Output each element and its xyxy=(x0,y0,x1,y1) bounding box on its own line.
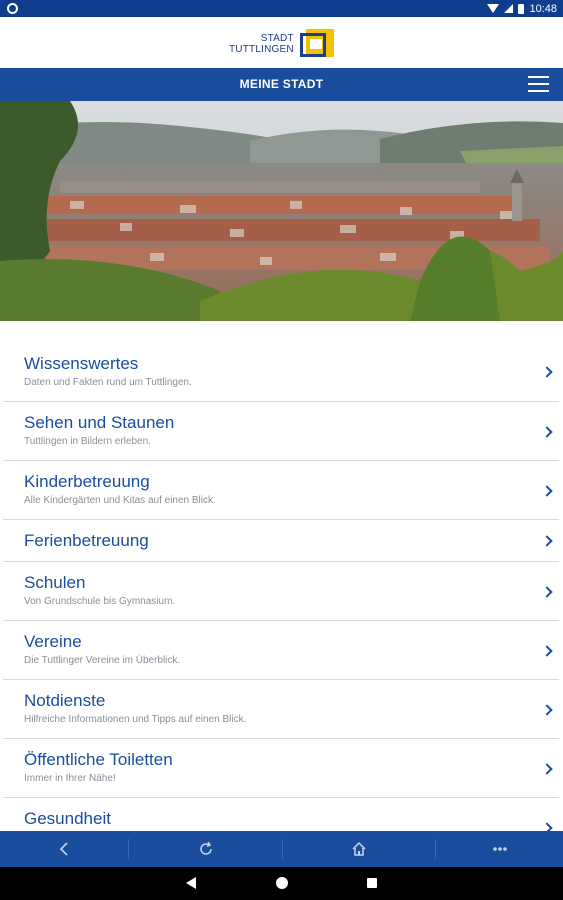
menu-item-subtitle: Tuttlingen in Bildern erleben. xyxy=(24,436,151,447)
status-bar: 10:48 xyxy=(0,0,563,17)
brand-bar: STADT TUTTLINGEN xyxy=(0,17,563,68)
hamburger-icon[interactable] xyxy=(528,76,549,92)
menu-item-vereine[interactable]: Vereine Die Tuttlinger Vereine im Überbl… xyxy=(3,621,559,680)
city-logo[interactable]: STADT TUTTLINGEN xyxy=(229,29,334,59)
menu-item-title: Kinderbetreuung xyxy=(24,472,150,491)
logo-text: STADT TUTTLINGEN xyxy=(229,33,294,55)
signal-icon xyxy=(504,4,514,13)
chevron-right-icon xyxy=(541,822,553,831)
menu-item-title: Schulen xyxy=(24,573,86,592)
menu-item-notdienste[interactable]: Notdienste Hilfreiche Informationen und … xyxy=(3,680,559,739)
system-nav-bar xyxy=(0,867,563,900)
back-button[interactable] xyxy=(0,831,128,867)
chevron-right-icon xyxy=(541,426,553,438)
menu-item-title: Notdienste xyxy=(24,691,106,710)
status-icons: 10:48 xyxy=(487,1,557,16)
system-recents-icon[interactable] xyxy=(367,878,377,888)
reload-icon xyxy=(199,841,212,855)
menu-item-subtitle: Daten und Fakten rund um Tuttlingen. xyxy=(24,377,192,388)
title-bar: MEINE STADT xyxy=(0,68,563,101)
menu-item-title: Wissenswertes xyxy=(24,354,139,373)
chevron-right-icon xyxy=(541,704,553,716)
menu-item-schulen[interactable]: Schulen Von Grundschule bis Gymnasium. xyxy=(3,562,559,621)
chevron-left-icon xyxy=(59,842,68,856)
logo-line-1: STADT xyxy=(260,33,294,44)
reload-button[interactable] xyxy=(129,831,282,867)
menu-item-subtitle: Von Grundschule bis Gymnasium. xyxy=(24,596,176,607)
menu-item-wissenswertes[interactable]: Wissenswertes Daten und Fakten rund um T… xyxy=(3,321,559,402)
chevron-right-icon xyxy=(541,645,553,657)
logo-line-2: TUTTLINGEN xyxy=(229,44,294,55)
battery-icon xyxy=(518,3,525,14)
status-time: 10:48 xyxy=(529,2,557,15)
menu-item-title: Vereine xyxy=(24,632,82,651)
chevron-right-icon xyxy=(541,485,553,497)
menu-item-subtitle: Alle Kindergärten und Kitas auf einen Bl… xyxy=(24,495,216,506)
menu-item-gesundheit[interactable]: Gesundheit xyxy=(3,798,559,831)
chevron-right-icon xyxy=(541,535,553,547)
system-back-icon[interactable] xyxy=(186,877,196,889)
menu-item-subtitle: Hilfreiche Informationen und Tipps auf e… xyxy=(24,714,247,725)
menu-item-title: Öffentliche Toiletten xyxy=(24,750,173,769)
menu-item-ferienbetreuung[interactable]: Ferienbetreuung xyxy=(3,520,559,562)
system-home-icon[interactable] xyxy=(276,877,288,889)
menu-item-title: Sehen und Staunen xyxy=(24,413,175,432)
home-button[interactable] xyxy=(283,831,435,867)
menu-item-title: Gesundheit xyxy=(24,809,111,828)
home-icon xyxy=(352,841,366,856)
menu-item-subtitle: Die Tuttlinger Vereine im Überblick. xyxy=(24,655,181,666)
menu-item-subtitle: Immer in Ihrer Nähe! xyxy=(24,773,116,784)
chevron-right-icon xyxy=(541,586,553,598)
logo-mark-icon xyxy=(299,29,334,59)
wifi-icon xyxy=(487,4,500,13)
chevron-right-icon xyxy=(541,366,553,378)
menu-list: Wissenswertes Daten und Fakten rund um T… xyxy=(0,321,563,831)
city-panorama-image xyxy=(0,101,563,321)
bottom-toolbar xyxy=(0,831,563,867)
chevron-right-icon xyxy=(541,763,553,775)
page-title: MEINE STADT xyxy=(239,77,324,91)
more-dots-icon xyxy=(492,847,507,851)
notification-icon xyxy=(7,3,18,14)
menu-item-title: Ferienbetreuung xyxy=(24,531,149,550)
menu-item-sehen-und-staunen[interactable]: Sehen und Staunen Tuttlingen in Bildern … xyxy=(3,402,559,461)
menu-item-kinderbetreuung[interactable]: Kinderbetreuung Alle Kindergärten und Ki… xyxy=(3,461,559,520)
menu-item-oeffentliche-toiletten[interactable]: Öffentliche Toiletten Immer in Ihrer Näh… xyxy=(3,739,559,798)
more-button[interactable] xyxy=(436,831,563,867)
